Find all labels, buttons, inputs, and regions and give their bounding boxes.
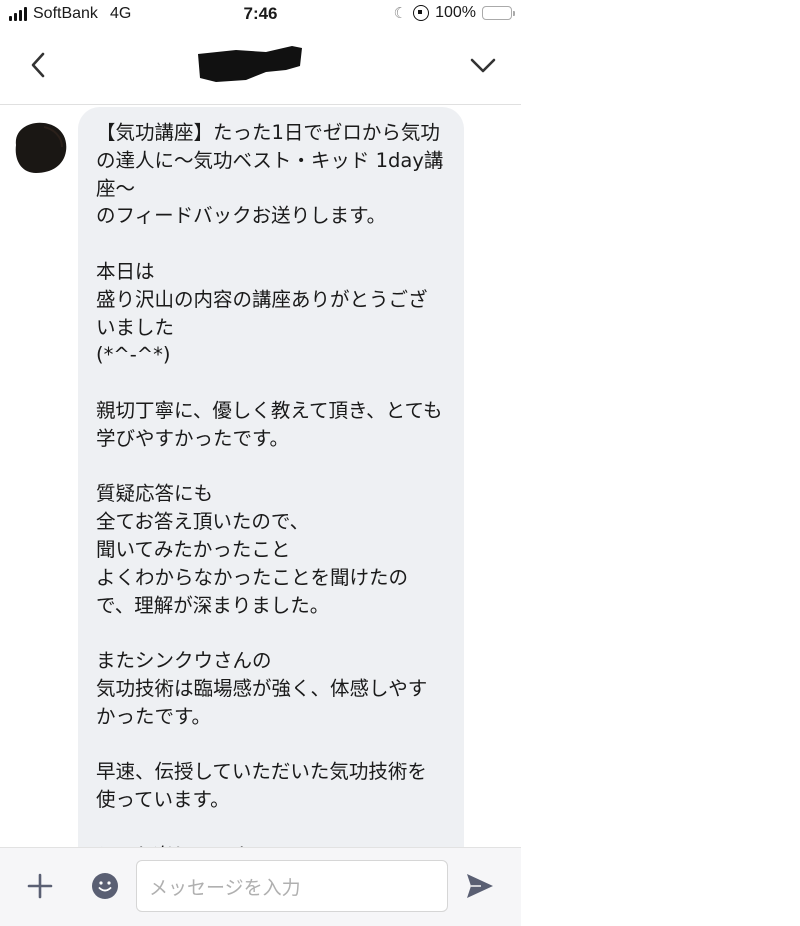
smiley-icon[interactable] bbox=[91, 872, 119, 900]
message-input[interactable]: メッセージを入力 bbox=[136, 860, 448, 912]
message-text: 【気功講座】たった1日でゼロから気功の達人に〜気功ベスト・キッド 1day講座〜… bbox=[96, 121, 444, 847]
avatar[interactable] bbox=[8, 115, 70, 177]
chat-header bbox=[0, 30, 521, 105]
rotation-lock-icon bbox=[413, 5, 430, 21]
battery-icon bbox=[482, 6, 515, 20]
status-bar: SoftBank 4G 7:46 ☾ 100% bbox=[0, 0, 521, 30]
chevron-down-icon[interactable] bbox=[468, 52, 498, 78]
do-not-disturb-icon: ☾ bbox=[393, 5, 408, 22]
message-list[interactable]: 【気功講座】たった1日でゼロから気功の達人に〜気功ベスト・キッド 1day講座〜… bbox=[0, 105, 521, 847]
chat-screen: SoftBank 4G 7:46 ☾ 100% 【気功講座】たった1日でゼロから… bbox=[0, 0, 521, 926]
chevron-left-icon[interactable] bbox=[24, 50, 54, 80]
redacted-title bbox=[198, 46, 302, 82]
status-right: ☾ 100% bbox=[393, 4, 515, 22]
input-bar: メッセージを入力 bbox=[0, 847, 521, 926]
plus-icon[interactable] bbox=[26, 872, 54, 900]
send-icon[interactable] bbox=[464, 870, 496, 902]
message-bubble[interactable]: 【気功講座】たった1日でゼロから気功の達人に〜気功ベスト・キッド 1day講座〜… bbox=[78, 107, 464, 847]
battery-percent: 100% bbox=[435, 4, 476, 21]
